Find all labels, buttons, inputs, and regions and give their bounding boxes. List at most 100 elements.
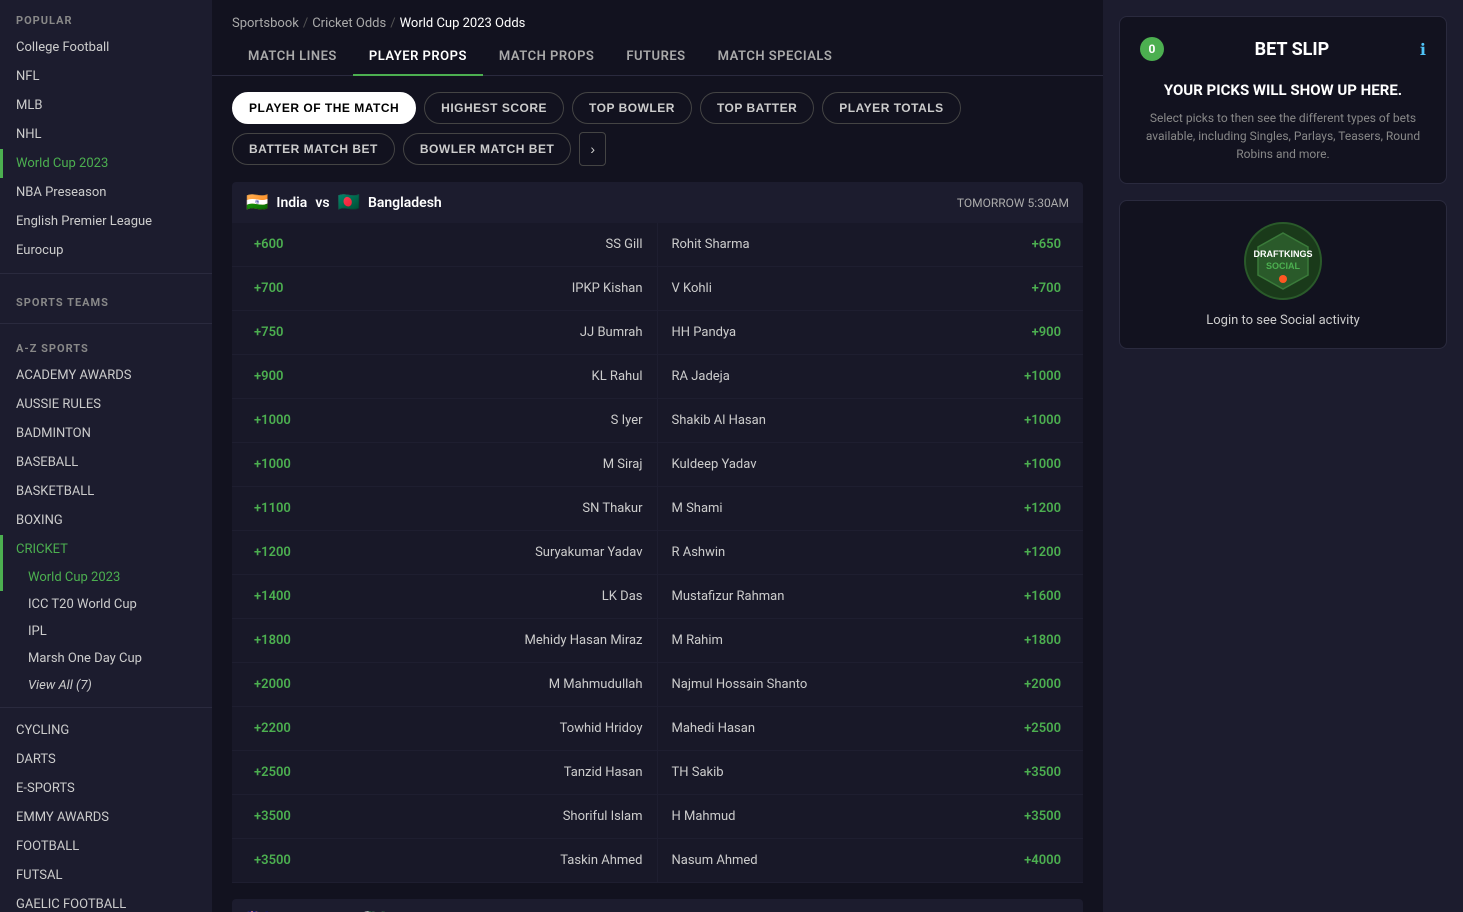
player-left-odds-6[interactable]: +1100 [246,497,299,520]
player-left-odds-0[interactable]: +600 [246,233,291,256]
sidebar-item-nba-preseason[interactable]: NBA Preseason [0,178,212,207]
player-right-odds-1[interactable]: +700 [1024,277,1069,300]
player-left-name-9: Mehidy Hasan Miraz [525,633,643,648]
bet-slip-headline: YOUR PICKS WILL SHOW UP HERE. [1140,81,1426,99]
sidebar-item-futsal[interactable]: FUTSAL [0,861,212,890]
match1-left-cell-0: SS Gill +600 [232,223,658,267]
sidebar-sub-world-cup-2023[interactable]: World Cup 2023 [0,564,212,591]
player-left-odds-10[interactable]: +2000 [246,673,299,696]
tab-futures[interactable]: FUTURES [610,39,701,76]
player-right-odds-10[interactable]: +2000 [1016,673,1069,696]
sidebar-divider-1 [0,273,212,274]
sidebar-item-academy-awards[interactable]: ACADEMY AWARDS [0,361,212,390]
sidebar-item-eurocup[interactable]: Eurocup [0,236,212,265]
breadcrumb-cricket-odds[interactable]: Cricket Odds [312,16,386,31]
sidebar-item-baseball[interactable]: BASEBALL [0,448,212,477]
sidebar: POPULAR College Football NFL MLB NHL Wor… [0,0,212,912]
player-left-odds-1[interactable]: +700 [246,277,291,300]
sidebar-item-cycling[interactable]: CYCLING [0,716,212,745]
player-left-odds-2[interactable]: +750 [246,321,291,344]
match1-right-cell-11: Mahedi Hasan +2500 [658,707,1084,751]
player-left-odds-4[interactable]: +1000 [246,409,299,432]
player-right-name-14: Nasum Ahmed [672,853,758,868]
match1-vs: vs [315,195,329,211]
match1-left-cell-14: Taskin Ahmed +3500 [232,839,658,883]
prop-button-group: PLAYER OF THE MATCH HIGHEST SCORE TOP BO… [232,92,1083,166]
player-right-name-0: Rohit Sharma [672,237,750,252]
tab-player-props[interactable]: PLAYER PROPS [353,39,483,76]
player-right-odds-8[interactable]: +1600 [1016,585,1069,608]
player-left-odds-5[interactable]: +1000 [246,453,299,476]
sidebar-item-emmy-awards[interactable]: EMMY AWARDS [0,803,212,832]
prop-btn-player-totals[interactable]: PLAYER TOTALS [822,92,960,124]
player-left-odds-8[interactable]: +1400 [246,585,299,608]
prop-btn-batter-match-bet[interactable]: BATTER MATCH BET [232,133,395,165]
tab-match-props[interactable]: MATCH PROPS [483,39,610,76]
player-right-odds-13[interactable]: +3500 [1016,805,1069,828]
sidebar-view-all[interactable]: View All (7) [0,672,212,699]
player-right-odds-0[interactable]: +650 [1024,233,1069,256]
social-card: DRAFTKINGS SOCIAL Login to see Social ac… [1119,200,1447,349]
sidebar-item-cricket[interactable]: CRICKET [0,535,212,564]
player-right-odds-5[interactable]: +1000 [1016,453,1069,476]
match1-right-cell-6: M Shami +1200 [658,487,1084,531]
match1-right-cell-4: Shakib Al Hasan +1000 [658,399,1084,443]
breadcrumb-sportsbook[interactable]: Sportsbook [232,16,299,31]
player-left-name-13: Shoriful Islam [563,809,643,824]
social-login-text[interactable]: Login to see Social activity [1140,313,1426,328]
player-right-odds-4[interactable]: +1000 [1016,409,1069,432]
prop-btn-top-bowler[interactable]: TOP BOWLER [572,92,692,124]
sidebar-item-basketball[interactable]: BASKETBALL [0,477,212,506]
match1-right-cell-3: RA Jadeja +1000 [658,355,1084,399]
player-left-odds-12[interactable]: +2500 [246,761,299,784]
sidebar-sub-marsh[interactable]: Marsh One Day Cup [0,645,212,672]
sidebar-item-boxing[interactable]: BOXING [0,506,212,535]
right-panel: 0 BET SLIP ℹ YOUR PICKS WILL SHOW UP HER… [1103,0,1463,912]
prop-btn-top-batter[interactable]: TOP BATTER [700,92,814,124]
sidebar-item-badminton[interactable]: BADMINTON [0,419,212,448]
prop-btn-highest-score[interactable]: HIGHEST SCORE [424,92,564,124]
player-left-odds-7[interactable]: +1200 [246,541,299,564]
player-left-name-8: LK Das [602,589,643,604]
sidebar-item-epl[interactable]: English Premier League [0,207,212,236]
sidebar-sub-ipl[interactable]: IPL [0,618,212,645]
player-left-name-5: M Siraj [603,457,643,472]
player-right-odds-12[interactable]: +3500 [1016,761,1069,784]
breadcrumb: Sportsbook / Cricket Odds / World Cup 20… [212,0,1103,39]
sidebar-item-nfl[interactable]: NFL [0,62,212,91]
sidebar-sub-icc-t20[interactable]: ICC T20 World Cup [0,591,212,618]
sidebar-item-football[interactable]: FOOTBALL [0,832,212,861]
player-left-odds-3[interactable]: +900 [246,365,291,388]
player-right-odds-7[interactable]: +1200 [1016,541,1069,564]
prop-nav-next-button[interactable]: › [579,132,606,166]
player-left-odds-11[interactable]: +2200 [246,717,299,740]
player-left-odds-14[interactable]: +3500 [246,849,299,872]
sidebar-item-college-football[interactable]: College Football [0,33,212,62]
player-right-odds-6[interactable]: +1200 [1016,497,1069,520]
match1-left-cell-13: Shoriful Islam +3500 [232,795,658,839]
player-right-odds-9[interactable]: +1800 [1016,629,1069,652]
sidebar-item-darts[interactable]: DARTS [0,745,212,774]
prop-btn-bowler-match-bet[interactable]: BOWLER MATCH BET [403,133,571,165]
player-right-odds-3[interactable]: +1000 [1016,365,1069,388]
player-left-odds-9[interactable]: +1800 [246,629,299,652]
tab-match-specials[interactable]: MATCH SPECIALS [702,39,849,76]
sidebar-item-esports[interactable]: E-SPORTS [0,774,212,803]
sidebar-item-aussie-rules[interactable]: AUSSIE RULES [0,390,212,419]
sidebar-item-gaelic-football[interactable]: GAELIC FOOTBALL [0,890,212,912]
match1-right-cell-13: H Mahmud +3500 [658,795,1084,839]
match1-teams: 🇮🇳 India vs 🇧🇩 Bangladesh [246,192,442,213]
prop-btn-player-of-match[interactable]: PLAYER OF THE MATCH [232,92,416,124]
player-right-odds-11[interactable]: +2500 [1016,717,1069,740]
player-left-odds-13[interactable]: +3500 [246,805,299,828]
sidebar-item-world-cup-2023[interactable]: World Cup 2023 [0,149,212,178]
tab-match-lines[interactable]: MATCH LINES [232,39,353,76]
sidebar-item-nhl[interactable]: NHL [0,120,212,149]
sidebar-divider-3 [0,707,212,708]
match1-right-cell-0: Rohit Sharma +650 [658,223,1084,267]
bet-slip-info-icon[interactable]: ℹ [1420,40,1426,59]
player-right-odds-14[interactable]: +4000 [1016,849,1069,872]
sidebar-item-mlb[interactable]: MLB [0,91,212,120]
player-right-name-5: Kuldeep Yadav [672,457,757,472]
player-right-odds-2[interactable]: +900 [1024,321,1069,344]
